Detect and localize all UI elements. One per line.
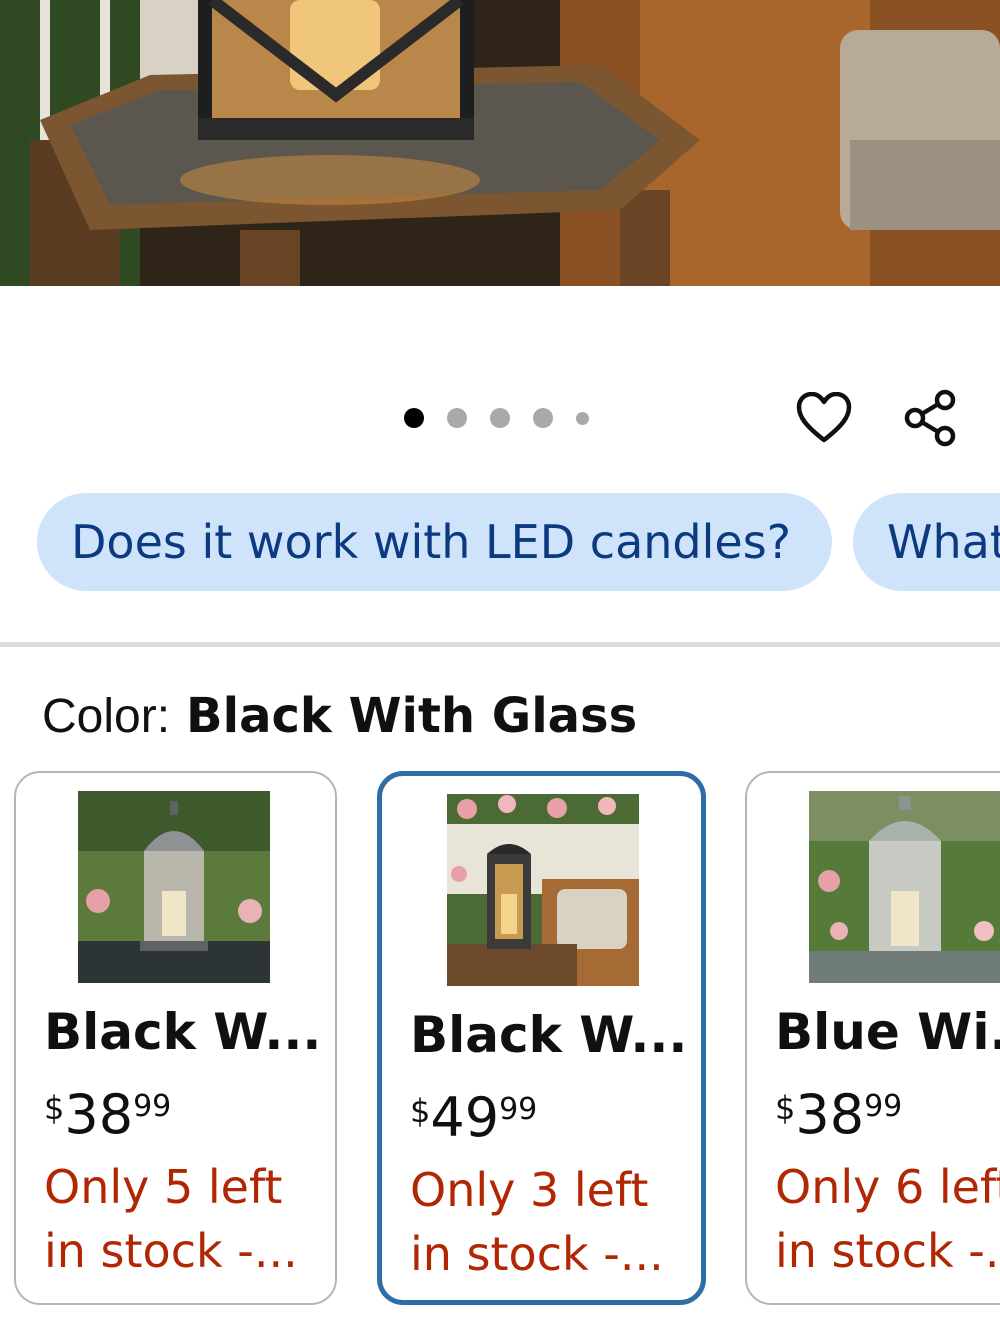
heart-icon	[796, 392, 852, 443]
stock-line-1: Only 3 left	[410, 1163, 649, 1217]
hero-photo-illustration	[0, 0, 1000, 286]
product-hero-image[interactable]	[0, 0, 1000, 286]
carousel-dot-5[interactable]	[576, 411, 589, 425]
variant-thumbnail	[78, 791, 270, 983]
price-whole: 49	[430, 1086, 500, 1149]
variant-thumbnail	[447, 794, 639, 986]
stock-line-2: in stock -...	[775, 1224, 1000, 1278]
carousel-dot-1[interactable]	[404, 408, 424, 428]
price-currency: $	[775, 1089, 796, 1127]
variant-name: Black W...	[410, 1006, 688, 1064]
color-variant-card[interactable]: Blue Wi... $3899 Only 6 left in stock -.…	[745, 771, 1000, 1305]
variant-name: Blue Wi...	[775, 1003, 1000, 1061]
share-button[interactable]	[900, 388, 960, 448]
stock-line-1: Only 5 left	[44, 1160, 283, 1214]
stock-status: Only 3 left in stock -...	[410, 1158, 701, 1286]
price-fraction: 99	[133, 1089, 172, 1124]
stock-status: Only 5 left in stock -...	[44, 1155, 335, 1283]
price-fraction: 99	[864, 1089, 903, 1124]
stock-line-2: in stock -...	[410, 1227, 664, 1281]
color-selection-label: Color: Black With Glass	[42, 684, 637, 749]
variant-thumbnail	[809, 791, 1000, 983]
image-carousel-dots[interactable]	[404, 405, 612, 431]
question-chip[interactable]: What	[853, 493, 1000, 591]
stock-line-2: in stock -...	[44, 1224, 298, 1278]
variant-price: $3899	[44, 1083, 171, 1146]
color-variant-card-selected[interactable]: Black W... $4999 Only 3 left in stock -.…	[377, 771, 706, 1305]
color-variant-card[interactable]: Black W... $3899 Only 5 left in stock -.…	[14, 771, 337, 1305]
question-chip[interactable]: Does it work with LED candles?	[37, 493, 832, 591]
price-whole: 38	[795, 1083, 865, 1146]
stock-line-1: Only 6 left	[775, 1160, 1000, 1214]
stock-status: Only 6 left in stock -...	[775, 1155, 1000, 1283]
variant-price: $4999	[410, 1086, 537, 1149]
color-label: Color:	[42, 690, 171, 743]
color-value: Black With Glass	[186, 688, 638, 744]
price-whole: 38	[64, 1083, 134, 1146]
share-icon	[904, 389, 956, 447]
variant-price: $3899	[775, 1083, 902, 1146]
price-currency: $	[410, 1092, 431, 1130]
carousel-dot-4[interactable]	[533, 408, 553, 428]
variant-name: Black W...	[44, 1003, 322, 1061]
section-divider	[0, 642, 1000, 647]
carousel-dot-3[interactable]	[490, 408, 510, 428]
carousel-dot-2[interactable]	[447, 408, 467, 428]
wishlist-button[interactable]	[794, 388, 854, 448]
price-currency: $	[44, 1089, 65, 1127]
price-fraction: 99	[499, 1092, 538, 1127]
suggested-questions: Does it work with LED candles? What	[37, 493, 1000, 593]
